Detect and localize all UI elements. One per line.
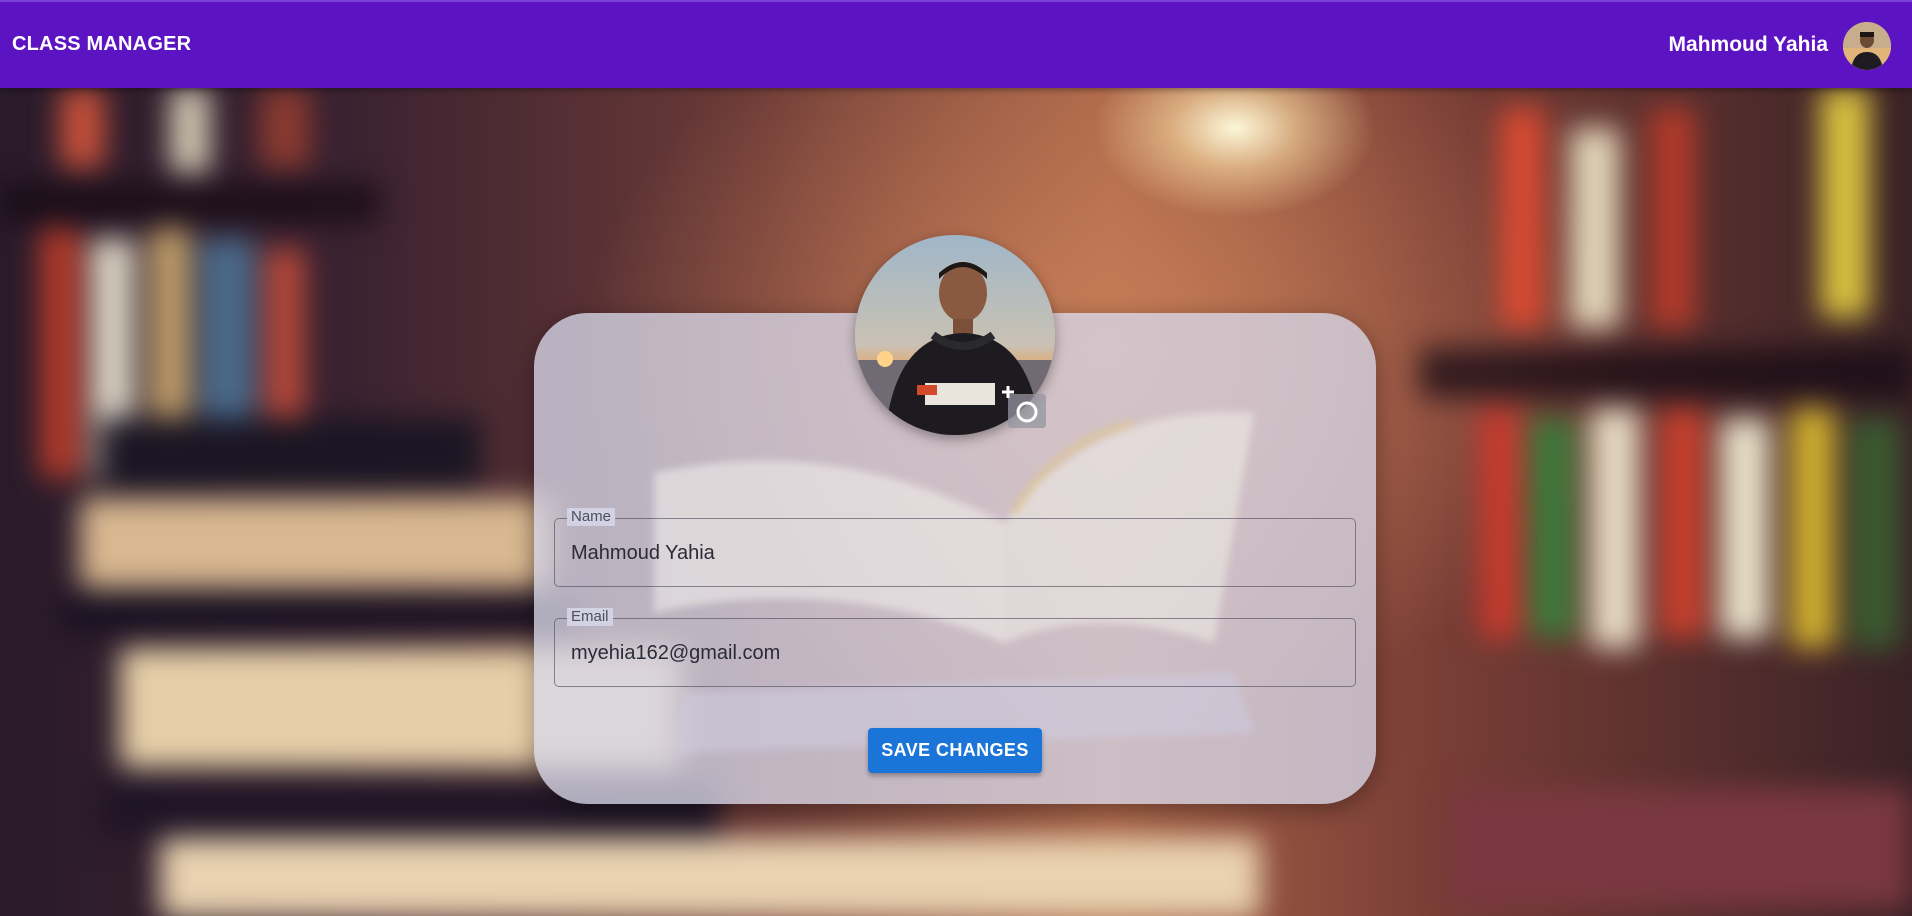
name-label: Name (567, 508, 616, 526)
add-photo-icon (1002, 386, 1046, 428)
header-avatar[interactable] (1843, 22, 1891, 70)
save-changes-button[interactable]: SAVE CHANGES (868, 728, 1042, 773)
page: CLASS MANAGER Mahmoud Yahia Name Mahmoud… (0, 0, 1912, 916)
change-photo-button[interactable] (998, 384, 1046, 428)
app-title[interactable]: CLASS MANAGER (12, 33, 191, 56)
email-field[interactable]: Email (554, 608, 1356, 687)
email-input[interactable] (571, 639, 1331, 667)
name-field[interactable]: Name (554, 508, 1356, 587)
user-avatar-icon (1843, 22, 1891, 70)
header-user-name: Mahmoud Yahia (1668, 33, 1828, 56)
email-label: Email (567, 608, 613, 626)
name-input[interactable] (571, 539, 1331, 567)
top-app-bar: CLASS MANAGER Mahmoud Yahia (0, 0, 1912, 88)
